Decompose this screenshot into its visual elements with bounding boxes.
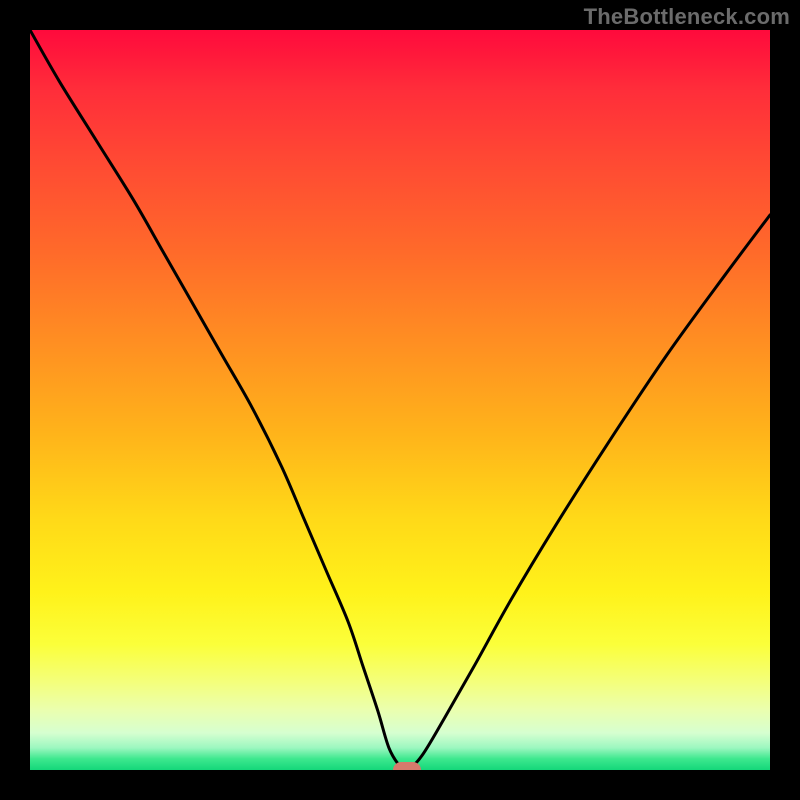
- watermark-text: TheBottleneck.com: [584, 4, 790, 30]
- chart-frame: TheBottleneck.com: [0, 0, 800, 800]
- bottleneck-curve: [30, 30, 770, 770]
- plot-area: [30, 30, 770, 770]
- minimum-marker: [393, 762, 421, 770]
- curve-layer: [30, 30, 770, 770]
